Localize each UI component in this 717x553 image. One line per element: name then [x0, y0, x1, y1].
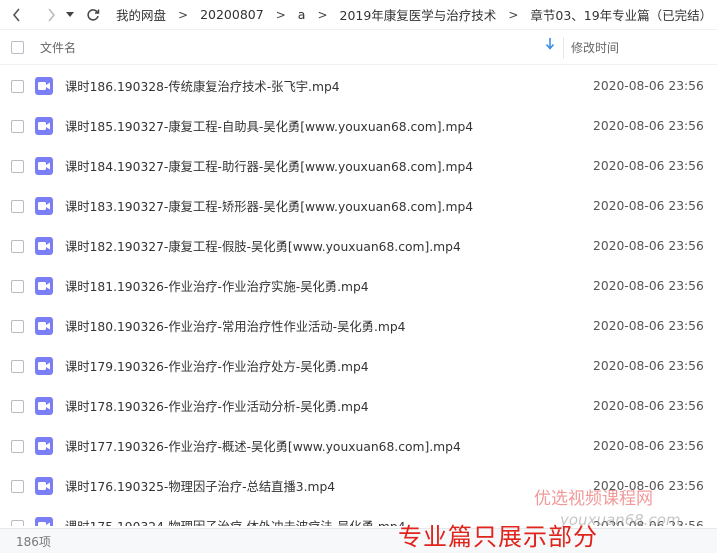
- refresh-icon: [87, 8, 100, 21]
- file-name[interactable]: 课时179.190326-作业治疗-作业治疗处方-吴化勇.mp4: [65, 357, 581, 375]
- back-button[interactable]: [4, 0, 30, 30]
- video-file-icon: [35, 317, 53, 335]
- column-divider[interactable]: [563, 36, 564, 59]
- breadcrumb-separator: >: [178, 7, 189, 22]
- row-checkbox[interactable]: [11, 359, 24, 373]
- file-name[interactable]: 课时181.190326-作业治疗-作业治疗实施-吴化勇.mp4: [65, 277, 581, 295]
- file-name[interactable]: 课时176.190325-物理因子治疗-总结直播3.mp4: [65, 477, 581, 495]
- video-file-icon: [35, 437, 53, 455]
- breadcrumb-item[interactable]: 2019年康复医学与治疗技术: [338, 5, 499, 24]
- history-dropdown-button[interactable]: [62, 0, 78, 30]
- column-header-name-label: 文件名: [40, 41, 77, 55]
- chevron-left-icon: [12, 7, 20, 22]
- video-file-icon: [35, 397, 53, 415]
- file-row[interactable]: 课时181.190326-作业治疗-作业治疗实施-吴化勇.mp4 2020-08-…: [0, 266, 717, 306]
- file-modified-time: 2020-08-06 23:56: [593, 119, 704, 133]
- row-checkbox[interactable]: [11, 199, 24, 213]
- caret-down-icon: [66, 11, 74, 17]
- file-modified-time: 2020-08-06 23:56: [593, 359, 704, 373]
- file-modified-time: 2020-08-06 23:56: [593, 399, 704, 413]
- file-row[interactable]: 课时177.190326-作业治疗-概述-吴化勇[www.youxuan68.c…: [0, 426, 717, 466]
- breadcrumb: 我的网盘 > 20200807 > a > 2019年康复医学与治疗技术 > 章…: [114, 0, 717, 30]
- netdisk-window: 我的网盘 > 20200807 > a > 2019年康复医学与治疗技术 > 章…: [0, 0, 717, 553]
- breadcrumb-item[interactable]: 我的网盘: [114, 5, 168, 24]
- list-header: 文件名 修改时间: [0, 31, 717, 65]
- breadcrumb-separator: >: [275, 7, 286, 22]
- video-file-icon: [35, 517, 53, 526]
- overlay-caption: 专业篇只展示部分: [398, 523, 598, 551]
- breadcrumb-separator: >: [317, 7, 328, 22]
- row-checkbox[interactable]: [11, 239, 24, 253]
- column-header-name[interactable]: 文件名: [40, 37, 555, 56]
- video-file-icon: [35, 117, 53, 135]
- file-name[interactable]: 课时184.190327-康复工程-助行器-吴化勇[www.youxuan68.…: [65, 157, 581, 175]
- row-checkbox[interactable]: [11, 479, 24, 493]
- file-modified-time: 2020-08-06 23:56: [593, 439, 704, 453]
- file-row[interactable]: 课时185.190327-康复工程-自助具-吴化勇[www.youxuan68.…: [0, 106, 717, 146]
- item-count: 186项: [16, 534, 51, 549]
- video-file-icon: [35, 197, 53, 215]
- video-file-icon: [35, 157, 53, 175]
- row-checkbox[interactable]: [11, 319, 24, 333]
- file-row[interactable]: 课时178.190326-作业治疗-作业活动分析-吴化勇.mp4 2020-08-…: [0, 386, 717, 426]
- file-name[interactable]: 课时182.190327-康复工程-假肢-吴化勇[www.youxuan68.c…: [65, 237, 581, 255]
- file-modified-time: 2020-08-06 23:56: [593, 319, 704, 333]
- file-modified-time: 2020-08-06 23:56: [593, 239, 704, 253]
- video-file-icon: [35, 77, 53, 95]
- row-checkbox[interactable]: [11, 159, 24, 173]
- row-checkbox[interactable]: [11, 79, 24, 93]
- breadcrumb-item[interactable]: a: [296, 7, 308, 22]
- file-row[interactable]: 课时180.190326-作业治疗-常用治疗性作业活动-吴化勇.mp4 2020-…: [0, 306, 717, 346]
- file-name[interactable]: 课时177.190326-作业治疗-概述-吴化勇[www.youxuan68.c…: [65, 437, 581, 455]
- file-name[interactable]: 课时186.190328-传统康复治疗技术-张飞宇.mp4: [65, 77, 581, 95]
- status-bar: 186项: [0, 528, 717, 553]
- video-file-icon: [35, 357, 53, 375]
- file-modified-time: 2020-08-06 23:56: [593, 279, 704, 293]
- file-name[interactable]: 课时180.190326-作业治疗-常用治疗性作业活动-吴化勇.mp4: [65, 317, 581, 335]
- breadcrumb-item[interactable]: 20200807: [198, 7, 266, 22]
- file-row[interactable]: 课时179.190326-作业治疗-作业治疗处方-吴化勇.mp4 2020-08-…: [0, 346, 717, 386]
- file-name[interactable]: 课时178.190326-作业治疗-作业活动分析-吴化勇.mp4: [65, 397, 581, 415]
- row-checkbox[interactable]: [11, 439, 24, 453]
- video-file-icon: [35, 237, 53, 255]
- forward-button[interactable]: [38, 0, 64, 30]
- refresh-button[interactable]: [80, 0, 106, 30]
- arrow-down-icon[interactable]: [545, 37, 555, 51]
- file-name[interactable]: 课时185.190327-康复工程-自助具-吴化勇[www.youxuan68.…: [65, 117, 581, 135]
- navigation-bar: 我的网盘 > 20200807 > a > 2019年康复医学与治疗技术 > 章…: [0, 0, 717, 30]
- row-checkbox[interactable]: [11, 519, 24, 526]
- column-header-time-label: 修改时间: [571, 41, 620, 55]
- column-header-time[interactable]: 修改时间: [571, 39, 619, 56]
- video-file-icon: [35, 477, 53, 495]
- file-row[interactable]: 课时183.190327-康复工程-矫形器-吴化勇[www.youxuan68.…: [0, 186, 717, 226]
- video-file-icon: [35, 277, 53, 295]
- file-row[interactable]: 课时186.190328-传统康复治疗技术-张飞宇.mp4 2020-08-06 …: [0, 66, 717, 106]
- file-modified-time: 2020-08-06 23:56: [593, 159, 704, 173]
- breadcrumb-separator: >: [508, 7, 519, 22]
- row-checkbox[interactable]: [11, 279, 24, 293]
- file-row[interactable]: 课时182.190327-康复工程-假肢-吴化勇[www.youxuan68.c…: [0, 226, 717, 266]
- file-modified-time: 2020-08-06 23:56: [593, 79, 704, 93]
- file-name[interactable]: 课时183.190327-康复工程-矫形器-吴化勇[www.youxuan68.…: [65, 197, 581, 215]
- breadcrumb-item[interactable]: 章节03、19年专业篇（已完结）: [528, 5, 714, 24]
- chevron-right-icon: [48, 7, 56, 22]
- file-row[interactable]: 课时184.190327-康复工程-助行器-吴化勇[www.youxuan68.…: [0, 146, 717, 186]
- row-checkbox[interactable]: [11, 399, 24, 413]
- select-all-checkbox[interactable]: [11, 41, 24, 54]
- file-modified-time: 2020-08-06 23:56: [593, 199, 704, 213]
- file-list: 课时186.190328-传统康复治疗技术-张飞宇.mp4 2020-08-06 …: [0, 66, 717, 526]
- row-checkbox[interactable]: [11, 119, 24, 133]
- watermark-text: 优选视频课程网: [534, 489, 653, 509]
